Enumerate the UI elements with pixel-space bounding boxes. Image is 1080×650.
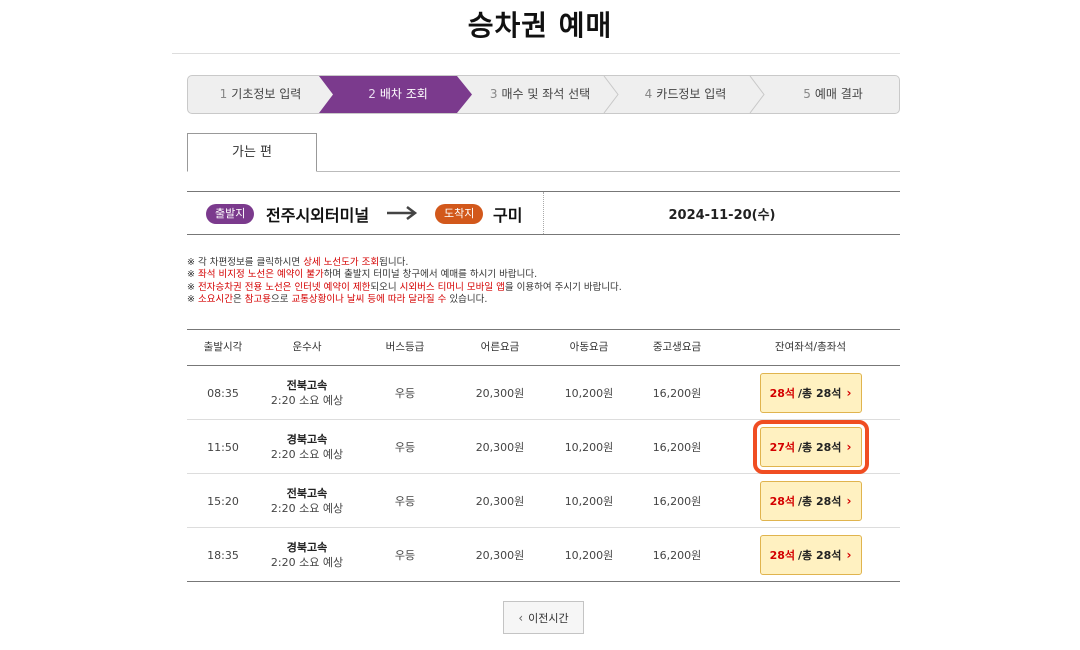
title-divider xyxy=(172,53,900,54)
bus-grade: 우등 xyxy=(394,549,416,562)
departure-badge: 출발지 xyxy=(206,204,255,224)
route-summary: 출발지 전주시외터미널 도착지 구미 2024-11-20(수) xyxy=(187,191,900,235)
arrival-badge: 도착지 xyxy=(435,204,484,224)
teen-fare: 16,200원 xyxy=(652,549,702,562)
company-cell: 경북고속 2:20 소요 예상 xyxy=(259,528,355,582)
bus-grade: 우등 xyxy=(394,441,416,454)
company-name: 전북고속 xyxy=(286,379,328,392)
seat-cell: 28석/총 28석 › xyxy=(721,474,900,528)
step-5: 5 예매 결과 xyxy=(803,87,863,101)
teen-fare: 16,200원 xyxy=(652,387,702,400)
departure-time: 11:50 xyxy=(207,440,239,454)
departure-time: 18:35 xyxy=(207,548,239,562)
arrival-terminal: 구미 xyxy=(493,206,523,225)
select-seat-button[interactable]: 28석/총 28석 › xyxy=(759,373,862,413)
notice-item: ※ 각 차편정보를 클릭하시면 상세 노선도가 조회됩니다. xyxy=(187,257,409,268)
step-3: 3 매수 및 좌석 선택 xyxy=(489,87,591,101)
teen-fare: 16,200원 xyxy=(652,441,702,454)
chevron-right-icon: › xyxy=(846,440,852,454)
chevron-left-icon: ‹ xyxy=(518,610,524,625)
child-fare: 10,200원 xyxy=(564,441,614,454)
bus-grade: 우등 xyxy=(394,495,416,508)
duration: 2:20 소요 예상 xyxy=(270,502,344,515)
header-company: 운수사 xyxy=(292,341,322,353)
company-name: 전북고속 xyxy=(286,487,328,500)
header-child-fare: 아동요금 xyxy=(569,341,609,353)
select-seat-button[interactable]: 28석/총 28석 › xyxy=(759,535,862,575)
notice-item: ※ 좌석 비지정 노선은 예약이 불가하며 출발지 터미널 창구에서 예매를 하… xyxy=(187,269,538,281)
child-fare: 10,200원 xyxy=(564,495,614,508)
teen-fare: 16,200원 xyxy=(652,495,702,508)
tab-outbound[interactable]: 가는 편 xyxy=(187,133,317,172)
step-4: 4 카드정보 입력 xyxy=(644,87,727,101)
company-cell: 경북고속 2:20 소요 예상 xyxy=(259,420,355,474)
page-title: 승차권 예매 xyxy=(467,9,613,42)
notice-list: ※ 각 차편정보를 클릭하시면 상세 노선도가 조회됩니다. ※ 좌석 비지정 … xyxy=(187,257,622,307)
adult-fare: 20,300원 xyxy=(475,549,525,562)
company-name: 경북고속 xyxy=(286,433,328,446)
child-fare: 10,200원 xyxy=(564,549,614,562)
header-adult-fare: 어른요금 xyxy=(480,341,520,353)
adult-fare: 20,300원 xyxy=(475,495,525,508)
notice-item: ※ 전자승차권 전용 노선은 인터넷 예약이 제한되오니 시외버스 티머니 모바… xyxy=(187,281,622,293)
table-row[interactable]: 18:35 경북고속 2:20 소요 예상 우등 20,300원 10,200원… xyxy=(187,528,900,582)
step-progress-bar: 1 기초정보 입력 2 배차 조회 3 매수 및 좌석 선택 4 카드정보 입력 5 예매… xyxy=(187,75,900,114)
select-seat-button[interactable]: 28석/총 28석 › xyxy=(759,481,862,521)
duration: 2:20 소요 예상 xyxy=(270,394,344,407)
company-cell: 전북고속 2:20 소요 예상 xyxy=(259,474,355,528)
adult-fare: 20,300원 xyxy=(475,441,525,454)
table-row[interactable]: 11:50 경북고속 2:20 소요 예상 우등 20,300원 10,200원… xyxy=(187,420,900,474)
header-departure-time: 출발시각 xyxy=(203,341,243,353)
table-row[interactable]: 08:35 전북고속 2:20 소요 예상 우등 20,300원 10,200원… xyxy=(187,366,900,420)
table-header: 출발시각 운수사 버스등급 어른요금 아동요금 중고생요금 잔여좌석/총좌석 xyxy=(187,329,900,366)
bus-grade: 우등 xyxy=(394,387,416,400)
chevron-right-icon: › xyxy=(846,494,852,508)
arrow-right-icon xyxy=(387,206,418,220)
company-name: 경북고속 xyxy=(286,541,328,554)
notice-item: ※ 소요시간은 참고용으로 교통상황이나 날씨 등에 따라 달라질 수 있습니다… xyxy=(187,294,488,306)
header-teen-fare: 중고생요금 xyxy=(652,341,702,353)
seat-cell: 27석/총 28석 › xyxy=(721,420,900,474)
departure-time: 08:35 xyxy=(207,386,239,400)
chevron-right-icon: › xyxy=(846,386,852,400)
chevron-right-icon: › xyxy=(846,548,852,562)
step-1: 1 기초정보 입력 xyxy=(219,87,302,101)
departure-time: 15:20 xyxy=(207,494,239,508)
select-seat-button-highlighted[interactable]: 27석/총 28석 › xyxy=(752,420,869,474)
child-fare: 10,200원 xyxy=(564,387,614,400)
seat-cell: 28석/총 28석 › xyxy=(721,366,900,420)
schedule-table: 출발시각 운수사 버스등급 어른요금 아동요금 중고생요금 잔여좌석/총좌석 0… xyxy=(187,329,900,582)
travel-date: 2024-11-20(수) xyxy=(668,208,776,223)
previous-time-button[interactable]: ‹ 이전시간 xyxy=(503,601,584,634)
adult-fare: 20,300원 xyxy=(475,387,525,400)
duration: 2:20 소요 예상 xyxy=(270,556,344,569)
company-cell: 전북고속 2:20 소요 예상 xyxy=(259,366,355,420)
step-2-active: 2 배차 조회 xyxy=(368,87,428,101)
header-bus-grade: 버스등급 xyxy=(385,341,425,353)
duration: 2:20 소요 예상 xyxy=(270,448,344,461)
header-seats: 잔여좌석/총좌석 xyxy=(774,341,847,353)
table-row[interactable]: 15:20 전북고속 2:20 소요 예상 우등 20,300원 10,200원… xyxy=(187,474,900,528)
seat-cell: 28석/총 28석 › xyxy=(721,528,900,582)
departure-terminal: 전주시외터미널 xyxy=(266,206,370,225)
